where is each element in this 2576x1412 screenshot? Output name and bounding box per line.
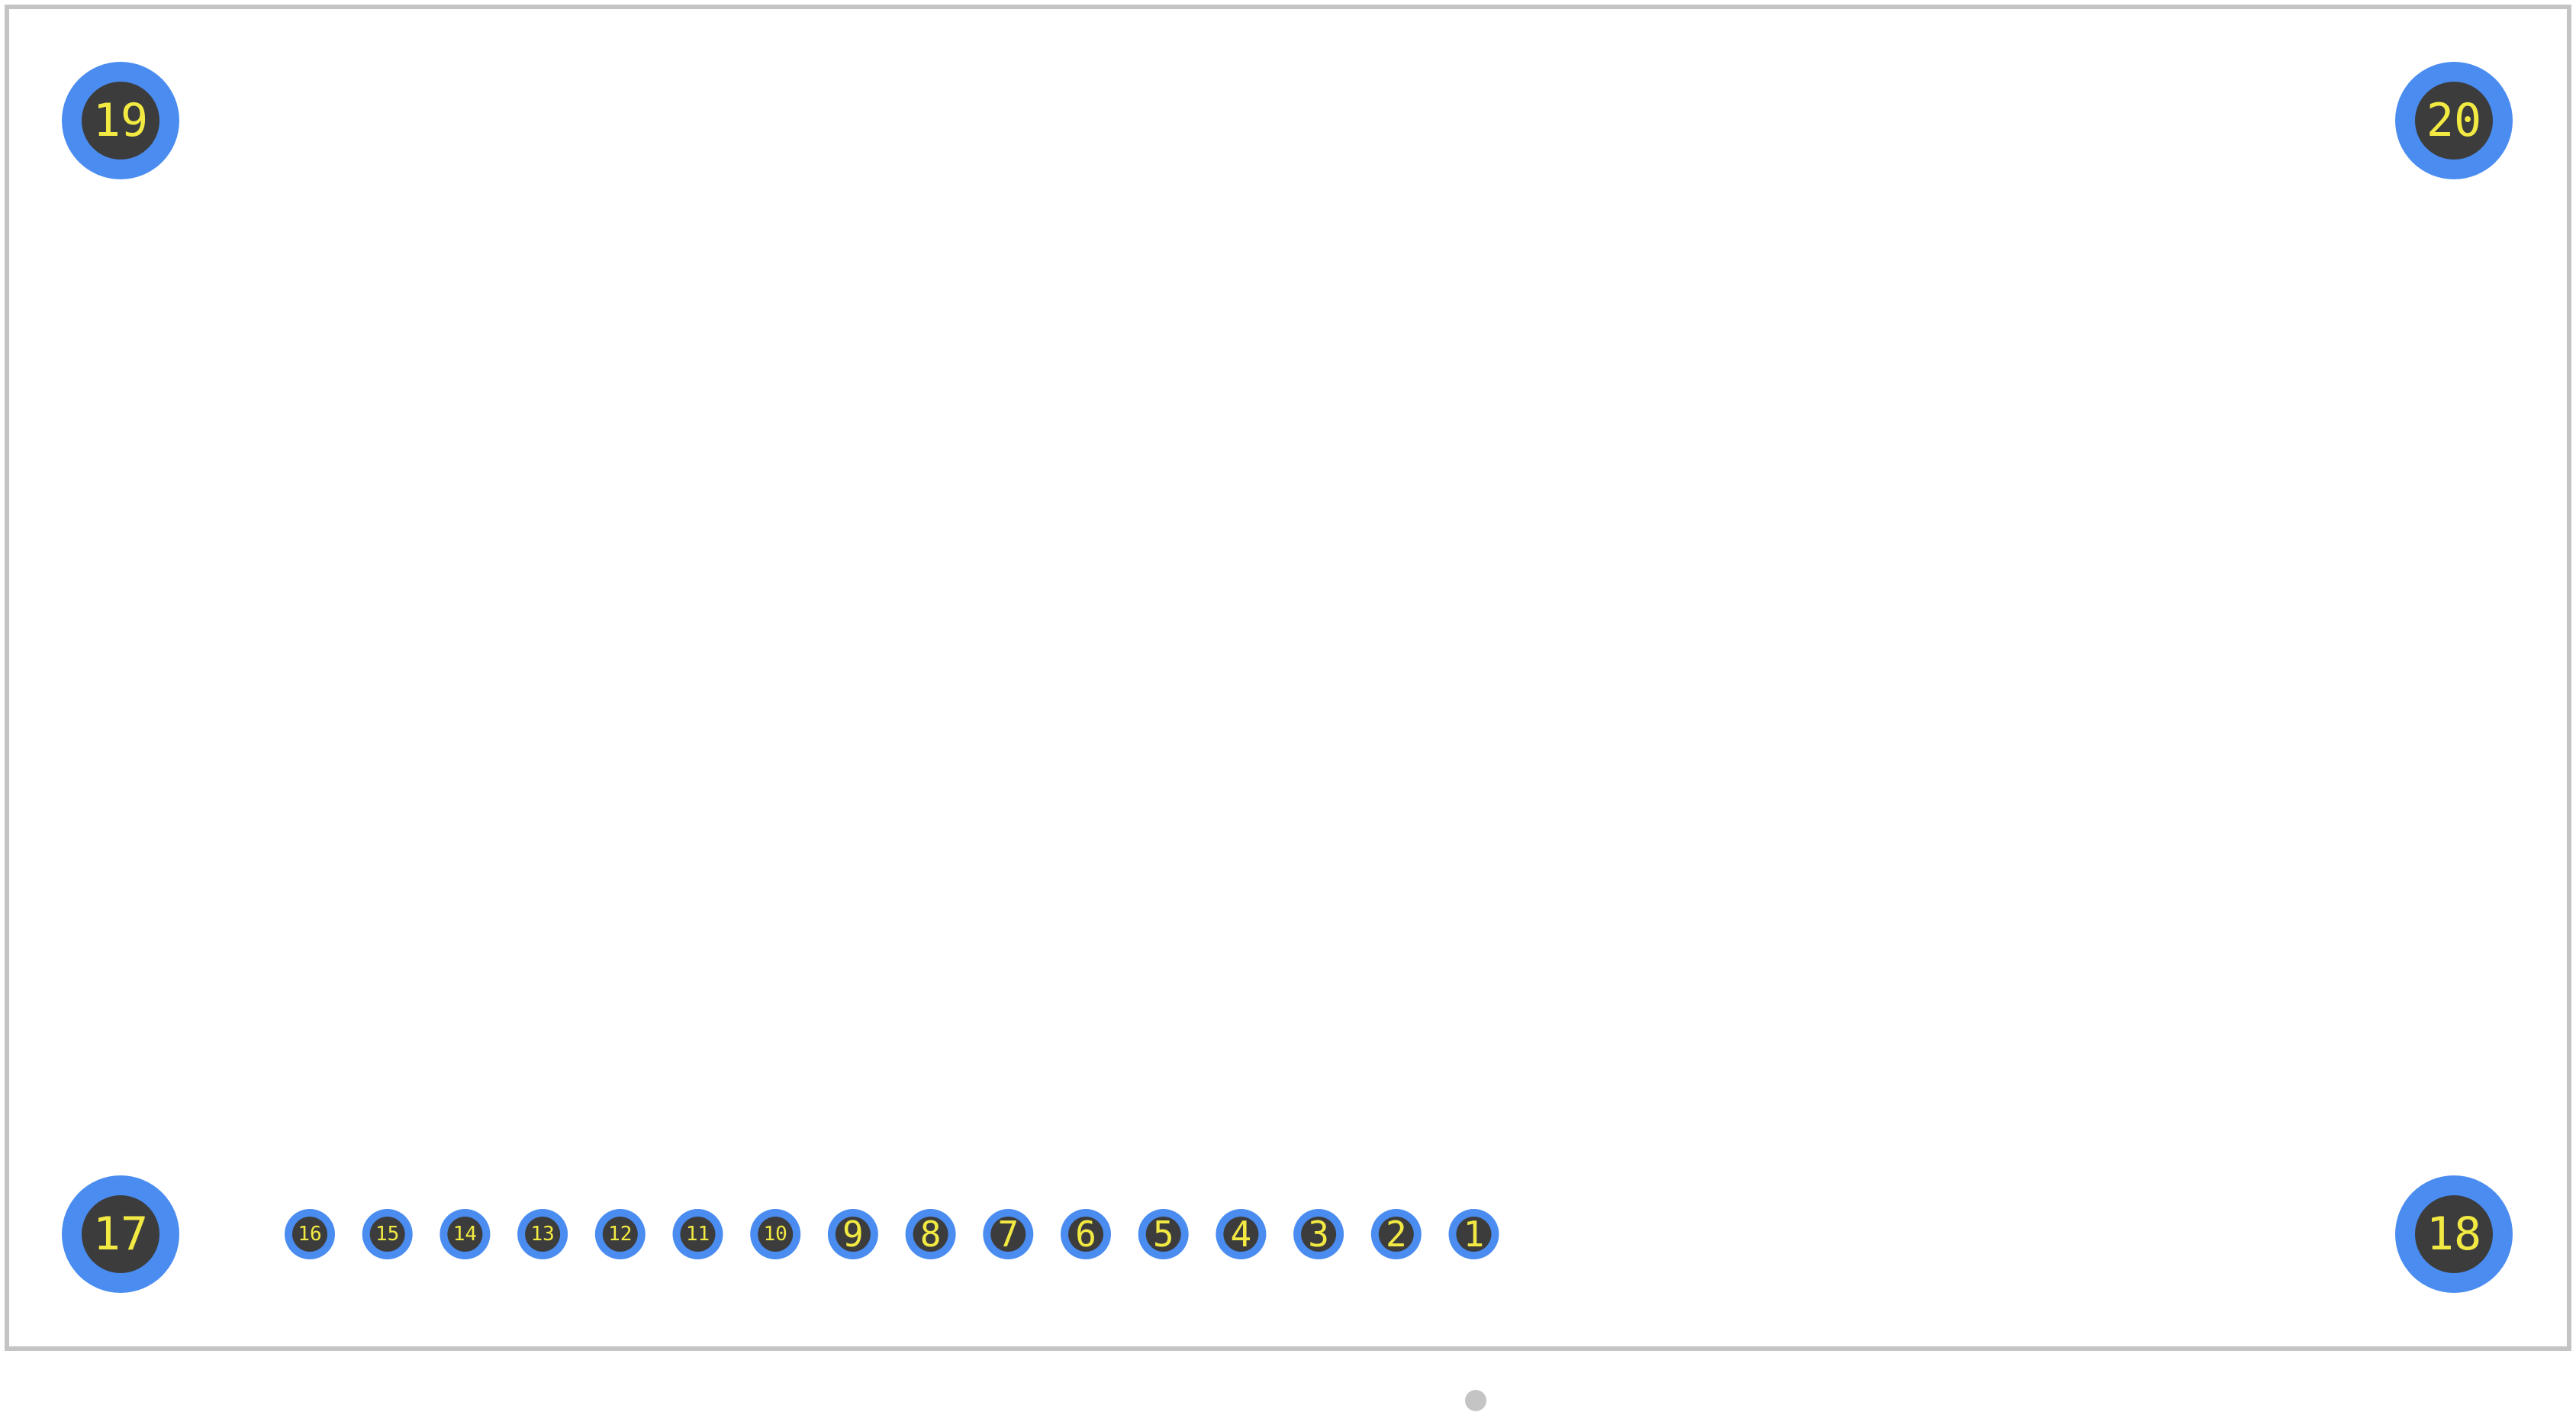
pad-label: 5 bbox=[1153, 1214, 1174, 1255]
mounting-pad-19: 19 bbox=[62, 62, 179, 179]
board-outline bbox=[5, 5, 2571, 1351]
pad-label: 15 bbox=[375, 1223, 399, 1246]
signal-pad-10: 10 bbox=[750, 1209, 801, 1259]
pad-label: 11 bbox=[686, 1223, 710, 1246]
signal-pad-9: 9 bbox=[827, 1209, 878, 1259]
signal-pad-13: 13 bbox=[517, 1209, 568, 1259]
signal-pad-12: 12 bbox=[594, 1209, 646, 1259]
mounting-pad-17: 17 bbox=[62, 1175, 179, 1293]
signal-pad-15: 15 bbox=[362, 1209, 413, 1259]
signal-pad-7: 7 bbox=[983, 1209, 1034, 1259]
pad-label: 18 bbox=[2426, 1207, 2481, 1261]
pad-label: 1 bbox=[1463, 1214, 1485, 1255]
pad-label: 2 bbox=[1386, 1214, 1407, 1255]
signal-pad-5: 5 bbox=[1138, 1209, 1189, 1259]
pad-label: 16 bbox=[298, 1223, 321, 1246]
signal-pad-6: 6 bbox=[1061, 1209, 1111, 1259]
signal-pads: 16 15 14 13 12 11 10 9 8 7 6 5 4 3 2 1 bbox=[285, 1209, 1499, 1259]
signal-pad-16: 16 bbox=[285, 1209, 335, 1259]
signal-pad-1: 1 bbox=[1448, 1209, 1499, 1259]
signal-pad-2: 2 bbox=[1370, 1209, 1422, 1259]
signal-pad-4: 4 bbox=[1216, 1209, 1267, 1259]
pad-label: 10 bbox=[764, 1223, 787, 1246]
pad-label: 12 bbox=[608, 1223, 632, 1246]
mounting-pad-20: 20 bbox=[2395, 62, 2513, 179]
pad-label: 8 bbox=[920, 1214, 942, 1255]
pad-label: 14 bbox=[453, 1223, 477, 1246]
signal-pad-3: 3 bbox=[1293, 1209, 1344, 1259]
pad-label: 7 bbox=[997, 1214, 1019, 1255]
pad-label: 6 bbox=[1075, 1214, 1096, 1255]
pad-label: 20 bbox=[2426, 94, 2481, 147]
pad-label: 17 bbox=[93, 1207, 148, 1261]
pad-label: 9 bbox=[842, 1214, 864, 1255]
pad-label: 19 bbox=[93, 94, 148, 147]
footprint-canvas: 19 20 17 18 16 15 14 13 12 11 10 9 8 7 6 5 4 3 2 1 bbox=[5, 5, 2571, 1411]
origin-marker bbox=[1465, 1390, 1486, 1411]
signal-pad-11: 11 bbox=[672, 1209, 723, 1259]
pad-label: 13 bbox=[530, 1223, 554, 1246]
signal-pad-8: 8 bbox=[905, 1209, 956, 1259]
mounting-pad-18: 18 bbox=[2395, 1175, 2513, 1293]
pad-label: 4 bbox=[1231, 1214, 1252, 1255]
mounting-pads: 19 2017 18 bbox=[62, 62, 2513, 1293]
signal-pad-14: 14 bbox=[440, 1209, 491, 1259]
pad-label: 3 bbox=[1308, 1214, 1329, 1255]
